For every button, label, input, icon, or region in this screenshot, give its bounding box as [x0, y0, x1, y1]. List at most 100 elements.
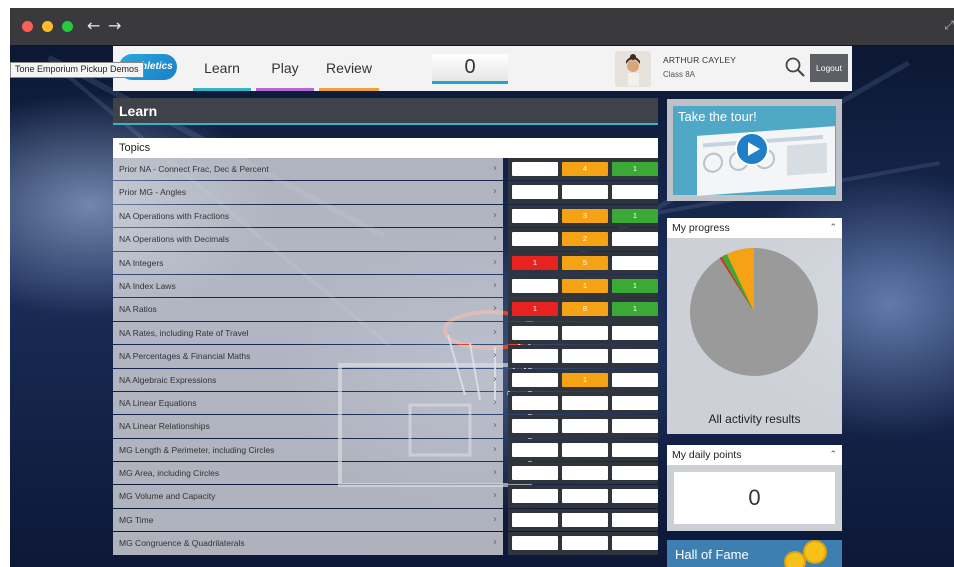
daily-points-header[interactable]: My daily points ⌃	[667, 445, 842, 465]
chevron-right-icon[interactable]: ›	[493, 298, 507, 320]
tab-learn[interactable]: Learn	[193, 46, 251, 91]
progress-cell	[562, 325, 608, 340]
topic-row[interactable]: Prior NA - Connect Frac, Dec & Percent › 4…	[113, 158, 658, 181]
chevron-up-icon[interactable]: ⌃	[829, 218, 837, 238]
progress-cell: 1	[512, 302, 558, 317]
avatar[interactable]	[615, 51, 651, 87]
tab-underline	[256, 88, 314, 91]
topic-name: NA Linear Relationships	[113, 415, 503, 438]
topic-name: NA Rates, including Rate of Travel	[113, 321, 503, 345]
progress-cell	[562, 395, 608, 410]
take-tour-card[interactable]: Take the tour!	[667, 99, 842, 201]
chevron-right-icon[interactable]: ›	[493, 252, 507, 274]
chevron-right-icon[interactable]: ›	[493, 509, 507, 531]
chevron-right-icon[interactable]: ›	[493, 462, 507, 484]
progress-cell: 4	[562, 162, 608, 176]
progress-cell: 8	[562, 302, 608, 317]
logout-button[interactable]: Logout	[810, 54, 848, 82]
topic-name: MG Time	[113, 508, 503, 532]
chevron-right-icon[interactable]: ›	[493, 205, 507, 227]
progress-cell	[612, 536, 658, 551]
topic-row[interactable]: NA Linear Relationships ›	[113, 415, 658, 438]
topic-progress-cells	[508, 462, 658, 485]
chevron-right-icon[interactable]: ›	[493, 228, 507, 250]
progress-cell	[512, 232, 558, 247]
user-name: ARTHUR CAYLEY	[663, 55, 737, 65]
tab-label: Play	[271, 60, 299, 76]
chevron-right-icon[interactable]: ›	[493, 532, 507, 554]
progress-cell	[562, 419, 608, 434]
progress-cell	[612, 395, 658, 410]
topic-row[interactable]: Prior MG - Angles ›	[113, 181, 658, 204]
topic-row[interactable]: MG Volume and Capacity ›	[113, 485, 658, 508]
progress-cell	[612, 419, 658, 434]
progress-cell	[612, 349, 658, 364]
tab-label: Learn	[204, 60, 240, 76]
topics-list: Prior NA - Connect Frac, Dec & Percent › 4…	[113, 158, 658, 556]
chevron-right-icon[interactable]: ›	[493, 275, 507, 297]
progress-header[interactable]: My progress ⌃	[667, 218, 842, 238]
topic-name: NA Linear Equations	[113, 391, 503, 415]
play-video-icon[interactable]	[735, 132, 769, 166]
topic-row[interactable]: NA Algebraic Expressions › 1	[113, 368, 658, 392]
expand-icon[interactable]: ⤢	[944, 18, 954, 33]
chevron-right-icon[interactable]: ›	[493, 181, 507, 203]
chevron-right-icon[interactable]: ›	[493, 392, 507, 414]
coins-icon	[784, 540, 827, 567]
back-arrow-icon[interactable]: ←	[87, 16, 100, 35]
topic-row[interactable]: MG Length & Perimeter, including Circles…	[113, 438, 658, 462]
topic-progress-cells	[508, 181, 658, 204]
tab-play[interactable]: Play	[256, 46, 314, 91]
search-icon[interactable]	[784, 56, 806, 78]
close-window-button[interactable]	[22, 21, 33, 32]
chevron-right-icon[interactable]: ›	[493, 485, 507, 507]
topic-row[interactable]: NA Linear Equations ›	[113, 391, 658, 415]
hall-of-fame-card[interactable]: Hall of Fame	[667, 540, 842, 567]
topic-row[interactable]: NA Integers › 1 5	[113, 251, 658, 275]
topic-progress-cells: 11	[508, 274, 658, 298]
topic-progress-cells	[508, 532, 658, 555]
topic-row[interactable]: NA Rates, including Rate of Travel ›	[113, 321, 658, 345]
my-progress-card: My progress ⌃ All activity results	[667, 218, 842, 434]
maximize-window-button[interactable]	[62, 21, 73, 32]
minimize-window-button[interactable]	[42, 21, 53, 32]
chevron-right-icon[interactable]: ›	[493, 369, 507, 391]
topic-row[interactable]: NA Ratios › 1 8 1	[113, 298, 658, 321]
chevron-right-icon[interactable]: ›	[493, 439, 507, 461]
progress-cell	[612, 489, 658, 504]
topic-row[interactable]: MG Congruence & Quadrilaterals ›	[113, 532, 658, 555]
progress-cell: 1	[612, 278, 658, 293]
topic-name: MG Length & Perimeter, including Circles	[113, 438, 503, 462]
chevron-up-icon[interactable]: ⌃	[829, 445, 837, 465]
topic-row[interactable]: NA Index Laws › 1 1	[113, 274, 658, 298]
topic-progress-cells: 15	[508, 251, 658, 274]
progress-cell	[562, 489, 608, 504]
topic-progress-cells: 41	[508, 158, 658, 181]
topic-row[interactable]: MG Area, including Circles ›	[113, 462, 658, 485]
forward-arrow-icon[interactable]: →	[108, 16, 121, 35]
topic-row[interactable]: MG Time ›	[113, 508, 658, 532]
topic-progress-cells	[508, 345, 658, 368]
progress-cell: 1	[612, 302, 658, 317]
topics-header: Topics	[113, 138, 658, 158]
chevron-right-icon[interactable]: ›	[493, 345, 507, 367]
topic-name: NA Ratios	[113, 298, 503, 321]
topic-row[interactable]: NA Operations with Fractions › 3 1	[113, 204, 658, 228]
progress-cell	[612, 185, 658, 200]
chevron-right-icon[interactable]: ›	[493, 415, 507, 437]
progress-cell	[512, 419, 558, 434]
topic-row[interactable]: NA Operations with Decimals › 2	[113, 228, 658, 251]
topic-progress-cells	[508, 391, 658, 415]
progress-cell	[512, 395, 558, 410]
tab-review[interactable]: Review	[319, 46, 379, 91]
topic-row[interactable]: NA Percentages & Financial Maths ›	[113, 345, 658, 368]
daily-points-title: My daily points	[672, 449, 742, 461]
chevron-right-icon[interactable]: ›	[493, 158, 507, 180]
chevron-right-icon[interactable]: ›	[493, 322, 507, 344]
progress-cell	[512, 185, 558, 200]
progress-cell	[512, 536, 558, 551]
progress-cell	[562, 512, 608, 527]
progress-cell	[612, 442, 658, 457]
topic-name: NA Operations with Fractions	[113, 204, 503, 228]
progress-title: My progress	[672, 222, 730, 234]
